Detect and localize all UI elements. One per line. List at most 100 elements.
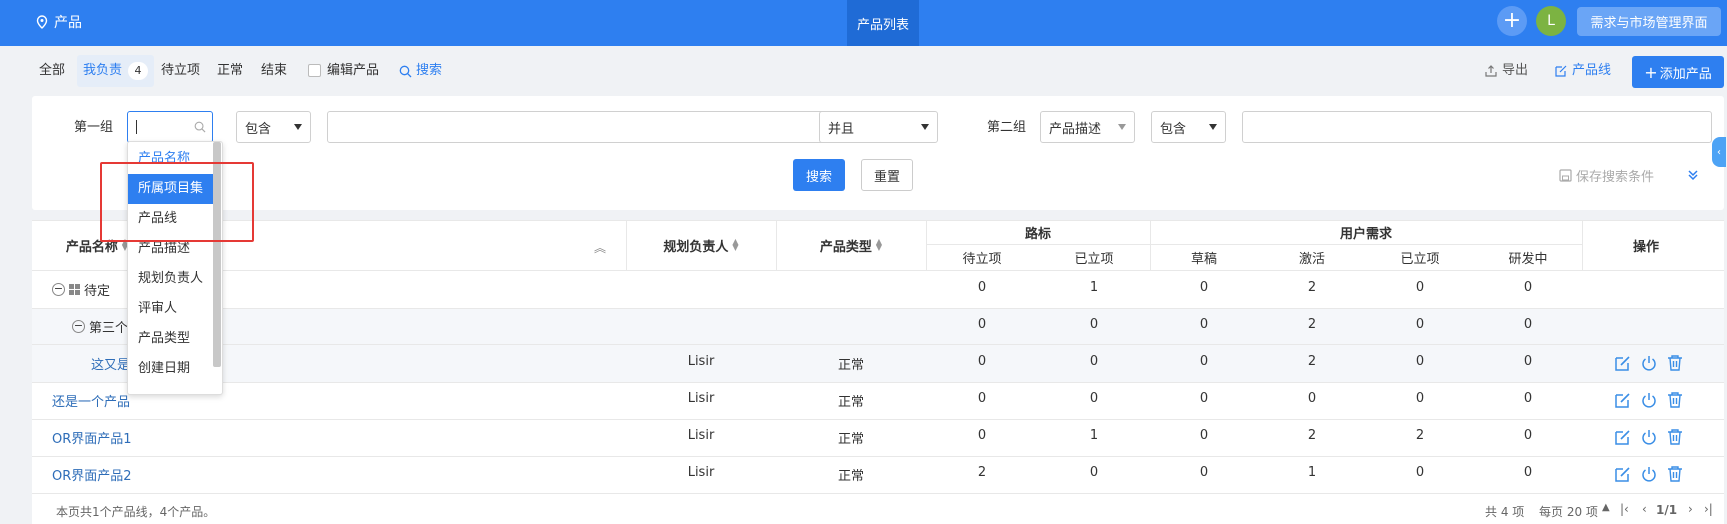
dropdown-option[interactable]: 产品类型 xyxy=(128,324,214,354)
tab-mine[interactable]: 我负责 4 xyxy=(77,55,155,87)
search-icon xyxy=(194,121,206,133)
market-management-button[interactable]: 需求与市场管理界面 xyxy=(1577,7,1721,36)
trash-icon[interactable] xyxy=(1666,391,1684,409)
export-icon xyxy=(1485,65,1497,77)
cell-roadmap-approved: 1 xyxy=(1089,280,1099,295)
tab-ended[interactable]: 结束 xyxy=(261,46,287,96)
reset-button[interactable]: 重置 xyxy=(861,159,913,191)
save-search-button[interactable]: 保存搜索条件 xyxy=(1559,166,1654,185)
cell-req-dev: 0 xyxy=(1523,465,1533,480)
cell-req-approved: 0 xyxy=(1415,465,1425,480)
cell-owner: Lisir xyxy=(687,428,715,443)
tab-all[interactable]: 全部 xyxy=(39,46,65,96)
header-type[interactable]: 产品类型 ▲ ▼ xyxy=(776,220,926,270)
value1-input[interactable] xyxy=(327,111,826,143)
product-link[interactable]: OR界面产品2 xyxy=(52,465,132,484)
edit-icon[interactable] xyxy=(1614,428,1632,446)
power-icon[interactable] xyxy=(1640,465,1658,483)
value2-input[interactable] xyxy=(1242,111,1712,143)
edit-icon[interactable] xyxy=(1614,391,1632,409)
cell-req-active: 2 xyxy=(1307,354,1317,369)
logic-select[interactable]: 并且 xyxy=(819,111,938,143)
dropdown-option[interactable]: 评审人 xyxy=(128,294,214,324)
field1-input[interactable] xyxy=(127,111,213,143)
divider xyxy=(32,382,1724,383)
cell-req-draft: 0 xyxy=(1199,317,1209,332)
cell-roadmap-pending: 0 xyxy=(977,428,987,443)
edit-icon[interactable] xyxy=(1614,465,1632,483)
cell-roadmap-approved: 0 xyxy=(1089,465,1099,480)
first-page-icon[interactable]: |‹ xyxy=(1620,502,1629,516)
operator1-select[interactable]: 包含 xyxy=(236,111,311,143)
sort-icon: ▲ ▼ xyxy=(732,237,739,252)
quick-create-button[interactable]: + xyxy=(1497,6,1527,36)
edit-products-checkbox[interactable] xyxy=(308,64,321,77)
field2-select[interactable]: 产品描述 xyxy=(1040,111,1135,143)
collapse-all-icon[interactable]: ︽ xyxy=(594,239,606,256)
divider xyxy=(32,344,1724,345)
cell-req-approved: 0 xyxy=(1415,354,1425,369)
cell-req-dev: 0 xyxy=(1523,354,1533,369)
avatar[interactable]: L xyxy=(1536,6,1566,36)
per-page-select[interactable]: 每页 20 项 xyxy=(1539,503,1598,520)
cell-req-draft: 0 xyxy=(1199,354,1209,369)
cell-req-dev: 0 xyxy=(1523,391,1533,406)
header-actions: 操作 xyxy=(1632,239,1659,255)
module-title[interactable]: 产品 xyxy=(36,12,82,32)
dropdown-option[interactable]: 规划负责人 xyxy=(128,264,214,294)
power-icon[interactable] xyxy=(1640,428,1658,446)
next-page-icon[interactable]: › xyxy=(1688,502,1693,516)
edit-icon[interactable] xyxy=(1614,354,1632,372)
module-label: 产品 xyxy=(54,15,82,31)
prev-page-icon[interactable]: ‹ xyxy=(1642,502,1647,516)
product-link[interactable]: 还是一个产品 xyxy=(52,391,130,410)
text-cursor xyxy=(136,120,137,134)
search-button[interactable]: 搜索 xyxy=(793,159,845,191)
cell-roadmap-approved: 0 xyxy=(1089,317,1099,332)
cell-req-active: 2 xyxy=(1307,428,1317,443)
trash-icon[interactable] xyxy=(1666,428,1684,446)
caret-up-icon: ▲ xyxy=(1602,502,1610,513)
location-pin-icon xyxy=(36,15,48,29)
product-link[interactable]: 这又是 xyxy=(91,354,130,373)
chevron-down-icon xyxy=(294,124,302,130)
header-owner-label: 规划负责人 xyxy=(663,239,729,255)
last-page-icon[interactable]: ›| xyxy=(1704,502,1713,516)
product-link[interactable]: OR界面产品1 xyxy=(52,428,132,447)
table-row-name[interactable]: − 待定 xyxy=(52,280,110,299)
chevron-down-icon xyxy=(1209,124,1217,130)
search-toggle[interactable]: 搜索 xyxy=(399,46,442,96)
cell-req-approved: 2 xyxy=(1415,428,1425,443)
header-roadmap-pending: 待立项 xyxy=(962,251,1002,267)
trash-icon[interactable] xyxy=(1666,465,1684,483)
tab-product-list[interactable]: 产品列表 xyxy=(847,0,919,46)
collapse-icon[interactable] xyxy=(1687,169,1699,181)
collapse-circle-icon[interactable]: − xyxy=(52,283,65,296)
cell-owner: Lisir xyxy=(687,354,715,369)
trash-icon[interactable] xyxy=(1666,354,1684,372)
edit-products-toggle[interactable]: 编辑产品 xyxy=(308,46,379,96)
add-product-button[interactable]: + 添加产品 xyxy=(1632,56,1724,88)
divider xyxy=(32,456,1724,457)
header-owner[interactable]: 规划负责人 ▲ ▼ xyxy=(626,220,776,270)
export-button[interactable]: 导出 xyxy=(1484,46,1528,96)
collapse-circle-icon[interactable]: − xyxy=(72,320,85,333)
search-toggle-label: 搜索 xyxy=(416,63,443,78)
operator2-select[interactable]: 包含 xyxy=(1151,111,1226,143)
power-icon[interactable] xyxy=(1640,391,1658,409)
side-panel-toggle[interactable]: ‹ xyxy=(1712,137,1726,167)
product-line-button[interactable]: 产品线 xyxy=(1554,46,1611,96)
tab-pending[interactable]: 待立项 xyxy=(161,46,200,96)
row-actions xyxy=(1614,391,1684,409)
table-row-name[interactable]: − 第三个 xyxy=(72,317,128,336)
header-type-label: 产品类型 xyxy=(819,239,872,255)
cell-roadmap-approved: 1 xyxy=(1089,428,1099,443)
divider xyxy=(776,220,777,270)
cell-req-dev: 0 xyxy=(1523,428,1533,443)
group2-label: 第二组 xyxy=(987,120,1027,135)
dropdown-option[interactable]: 创建日期 xyxy=(128,354,214,384)
power-icon[interactable] xyxy=(1640,354,1658,372)
tab-normal[interactable]: 正常 xyxy=(217,46,243,96)
cell-roadmap-pending: 2 xyxy=(977,465,987,480)
divider xyxy=(1150,220,1151,270)
